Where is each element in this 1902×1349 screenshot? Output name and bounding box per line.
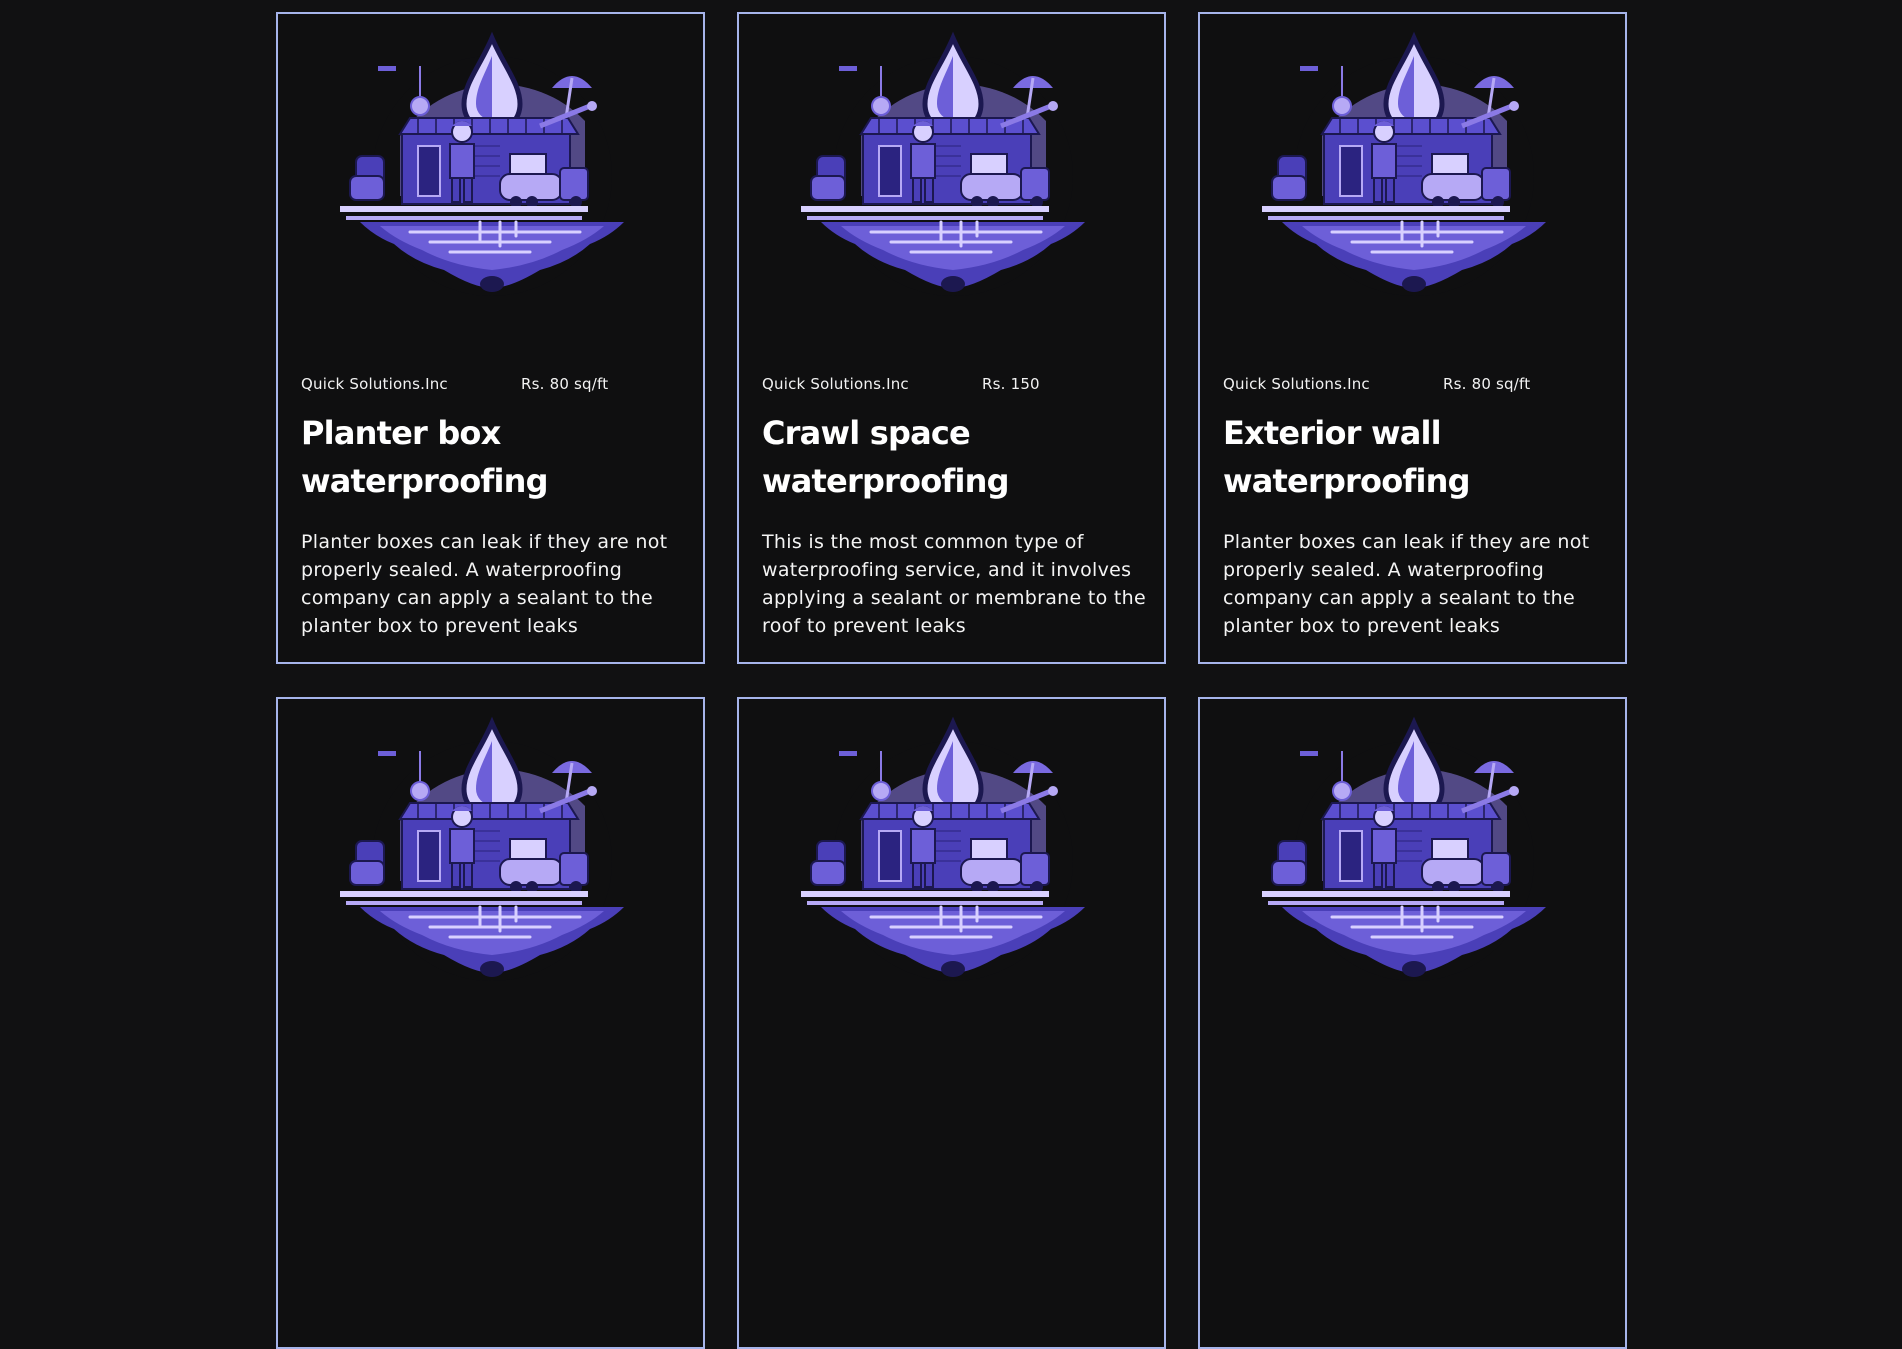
card-title[interactable]: Crawl space waterproofing — [762, 409, 1148, 505]
waterproofing-house-icon — [1262, 26, 1566, 316]
card-description: Planter boxes can leak if they are not p… — [1223, 531, 1590, 637]
price: Rs. 80 sq/ft — [1443, 375, 1531, 393]
service-card[interactable]: Quick Solutions.Inc Rs. 80 sq/ft Planter… — [276, 12, 705, 664]
company-name: Quick Solutions.Inc — [762, 375, 909, 393]
card-title[interactable]: Planter box waterproofing — [301, 409, 687, 505]
company-name: Quick Solutions.Inc — [301, 375, 448, 393]
waterproofing-house-icon — [340, 26, 644, 316]
card-title[interactable]: Exterior wall waterproofing — [1223, 409, 1609, 505]
service-card[interactable] — [276, 697, 705, 1349]
company-name: Quick Solutions.Inc — [1223, 375, 1370, 393]
services-grid: Quick Solutions.Inc Rs. 80 sq/ft Planter… — [276, 12, 1627, 1349]
service-card[interactable] — [1198, 697, 1627, 1349]
waterproofing-house-icon — [801, 26, 1105, 316]
waterproofing-house-icon — [1262, 711, 1566, 1001]
service-card[interactable]: Quick Solutions.Inc Rs. 150 Crawl space … — [737, 12, 1166, 664]
service-card[interactable]: Quick Solutions.Inc Rs. 80 sq/ft Exterio… — [1198, 12, 1627, 664]
price: Rs. 150 — [982, 375, 1040, 393]
waterproofing-house-icon — [801, 711, 1105, 1001]
price: Rs. 80 sq/ft — [521, 375, 609, 393]
card-description: Planter boxes can leak if they are not p… — [301, 531, 668, 637]
card-description: This is the most common type of waterpro… — [762, 531, 1146, 637]
service-card[interactable] — [737, 697, 1166, 1349]
waterproofing-house-icon — [340, 711, 644, 1001]
